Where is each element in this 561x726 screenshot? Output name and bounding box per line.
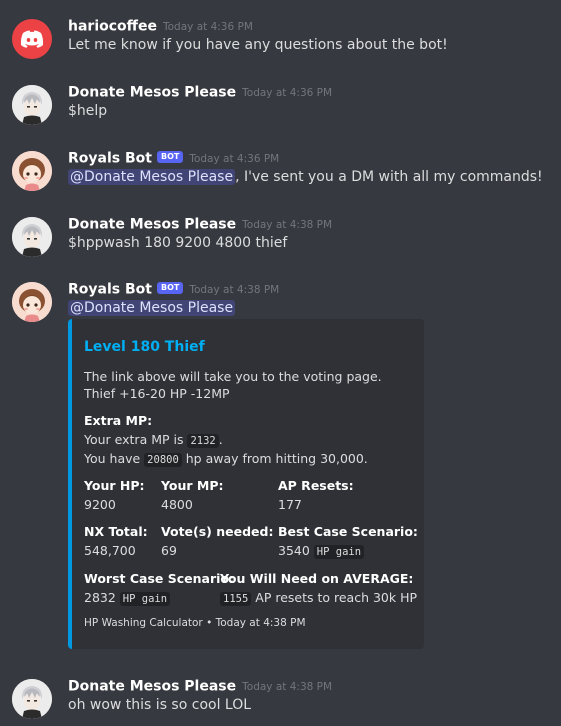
message-header: Donate Mesos Please Today at 4:36 PM	[68, 82, 332, 102]
field-your-mp: Your MP: 4800	[161, 478, 224, 512]
message-text: , I've sent you a DM with all my command…	[235, 169, 543, 185]
message-header: Royals Bot BOT Today at 4:38 PM	[68, 279, 279, 299]
hp-away-text-end: hp away from hitting 30,000.	[181, 451, 368, 466]
average-value: AP resets to reach 30k HP	[251, 590, 418, 605]
worst-case-value: 2832	[84, 590, 116, 605]
field-votes-needed: Vote(s) needed: 69	[161, 524, 273, 558]
message-content: Let me know if you have any questions ab…	[68, 37, 448, 53]
field-value: 177	[278, 497, 302, 512]
username[interactable]: Donate Mesos Please	[68, 85, 236, 101]
message: Donate Mesos Please Today at 4:36 PM $hel…	[0, 82, 561, 126]
username[interactable]: Royals Bot	[68, 151, 152, 167]
user-mention[interactable]: @Donate Mesos Please	[68, 300, 236, 316]
field-average: You Will Need on AVERAGE: 1155 AP resets…	[220, 571, 418, 606]
field-name: Vote(s) needed:	[161, 524, 274, 539]
field-value: 4800	[161, 497, 193, 512]
message: Donate Mesos Please Today at 4:38 PM $hpp…	[0, 214, 561, 258]
extra-mp-line: Your extra MP is 2132.	[84, 432, 223, 448]
embed-footer: HP Washing Calculator • Today at 4:38 PM	[84, 617, 306, 629]
timestamp: Today at 4:38 PM	[242, 218, 333, 231]
embed-title[interactable]: Level 180 Thief	[84, 339, 205, 355]
username[interactable]: Royals Bot	[68, 282, 152, 298]
field-value: 2832 HP gain	[84, 590, 234, 606]
message: Royals Bot BOT Today at 4:38 PM @Donate Me…	[0, 279, 561, 323]
user-avatar[interactable]	[12, 217, 52, 257]
message: hariocoffee Today at 4:36 PM Let me know …	[0, 16, 561, 60]
worst-case-code: HP gain	[119, 592, 171, 606]
extra-mp-text-end: .	[218, 432, 223, 447]
username[interactable]: hariocoffee	[68, 19, 157, 35]
message-content: @Donate Mesos Please, I've sent you a DM…	[68, 169, 543, 185]
field-ap-resets: AP Resets: 177	[278, 478, 354, 512]
message: Royals Bot BOT Today at 4:36 PM @Donate Me…	[0, 148, 561, 192]
best-case-value: 3540	[278, 543, 310, 558]
field-name: Your MP:	[161, 478, 224, 493]
field-name: Worst Case Scenario:	[84, 571, 234, 586]
field-value: 9200	[84, 497, 116, 512]
discord-icon	[20, 30, 44, 48]
field-value: 1155 AP resets to reach 30k HP	[220, 590, 418, 606]
bot-badge: BOT	[156, 282, 184, 294]
message: Donate Mesos Please Today at 4:38 PM oh w…	[0, 676, 561, 720]
field-name: NX Total:	[84, 524, 148, 539]
username[interactable]: Donate Mesos Please	[68, 679, 236, 695]
anime-boy-avatar-icon	[12, 679, 52, 719]
timestamp: Today at 4:36 PM	[242, 86, 333, 99]
bot-badge: BOT	[156, 151, 184, 163]
message-content: $help	[68, 103, 108, 119]
message-content: $hppwash 180 9200 4800 thief	[68, 235, 288, 251]
bot-avatar[interactable]	[12, 151, 52, 191]
field-best-case: Best Case Scenario: 3540 HP gain	[278, 524, 418, 559]
timestamp: Today at 4:36 PM	[189, 152, 280, 165]
message-header: Donate Mesos Please Today at 4:38 PM	[68, 214, 332, 234]
message-header: Donate Mesos Please Today at 4:38 PM	[68, 676, 332, 696]
extra-mp-value: 2132	[187, 434, 219, 448]
hp-away-value: 20800	[144, 453, 182, 467]
user-mention[interactable]: @Donate Mesos Please	[68, 169, 236, 185]
field-nx-total: NX Total: 548,700	[84, 524, 148, 558]
anime-boy-avatar-icon	[12, 217, 52, 257]
message-content: @Donate Mesos Please	[68, 300, 236, 316]
bot-embed: Level 180 Thief The link above will take…	[68, 319, 424, 649]
field-name: You Will Need on AVERAGE:	[220, 571, 414, 586]
anime-girl-avatar-icon	[12, 151, 52, 191]
extra-mp-label: Extra MP:	[84, 413, 153, 428]
timestamp: Today at 4:38 PM	[242, 680, 333, 693]
embed-description-line: The link above will take you to the voti…	[84, 369, 382, 384]
anime-girl-avatar-icon	[12, 282, 52, 322]
field-worst-case: Worst Case Scenario: 2832 HP gain	[84, 571, 234, 606]
anime-boy-avatar-icon	[12, 85, 52, 125]
bot-avatar[interactable]	[12, 282, 52, 322]
username[interactable]: Donate Mesos Please	[68, 217, 236, 233]
message-header: Royals Bot BOT Today at 4:36 PM	[68, 148, 279, 168]
timestamp: Today at 4:38 PM	[189, 283, 280, 296]
message-header: hariocoffee Today at 4:36 PM	[68, 16, 253, 36]
field-value: 548,700	[84, 543, 136, 558]
field-name: AP Resets:	[278, 478, 354, 493]
timestamp: Today at 4:36 PM	[162, 20, 253, 33]
hp-away-line: You have 20800 hp away from hitting 30,0…	[84, 451, 368, 467]
embed-description-line: Thief +16-20 HP -12MP	[84, 386, 230, 401]
extra-mp-text: Your extra MP is	[84, 432, 188, 447]
average-code: 1155	[220, 592, 252, 606]
field-value: 3540 HP gain	[278, 543, 418, 559]
hp-away-text: You have	[84, 451, 145, 466]
field-name: Best Case Scenario:	[278, 524, 418, 539]
message-content: oh wow this is so cool LOL	[68, 697, 252, 713]
best-case-code: HP gain	[313, 545, 365, 559]
user-avatar[interactable]	[12, 85, 52, 125]
field-name: Your HP:	[84, 478, 145, 493]
discord-logo-avatar[interactable]	[12, 19, 52, 59]
user-avatar[interactable]	[12, 679, 52, 719]
field-your-hp: Your HP: 9200	[84, 478, 145, 512]
field-value: 69	[161, 543, 177, 558]
